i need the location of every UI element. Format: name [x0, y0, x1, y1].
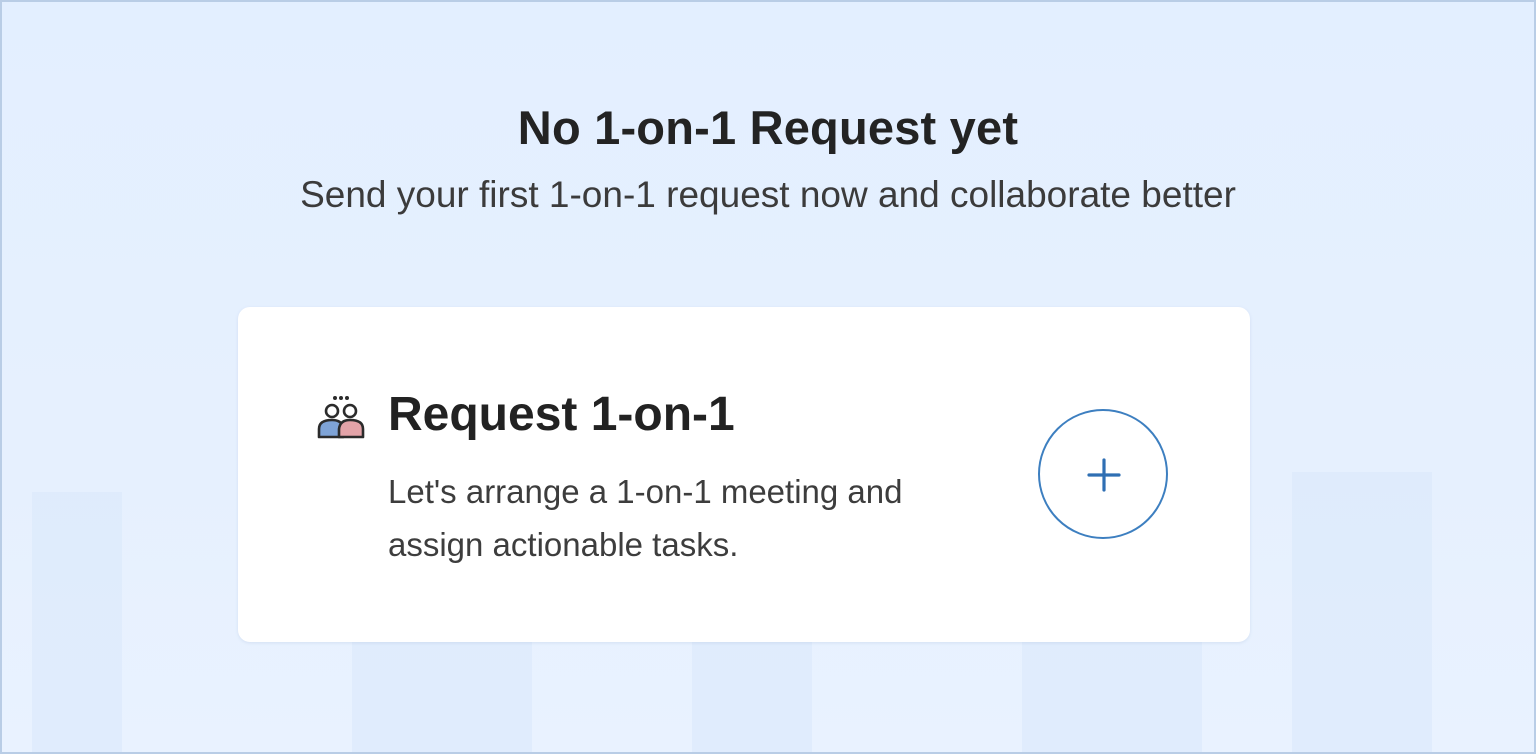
background-block [1022, 642, 1202, 752]
card-title: Request 1-on-1 [388, 388, 735, 441]
request-one-on-one-card[interactable]: Request 1-on-1 Let's arrange a 1-on-1 me… [238, 307, 1250, 642]
background-block [32, 492, 122, 752]
empty-state-subtitle: Send your first 1-on-1 request now and c… [300, 174, 1236, 215]
people-meeting-icon [316, 395, 366, 441]
plus-icon [1087, 458, 1121, 492]
background-block [1292, 472, 1432, 752]
empty-state-title: No 1-on-1 Request yet [517, 101, 1019, 154]
background-block [352, 642, 532, 752]
add-request-button[interactable] [1038, 409, 1168, 539]
card-description: Let's arrange a 1-on-1 meeting and assig… [388, 473, 903, 563]
page-frame: No 1-on-1 Request yet Send your first 1-… [0, 0, 1536, 754]
background-block [692, 642, 812, 752]
